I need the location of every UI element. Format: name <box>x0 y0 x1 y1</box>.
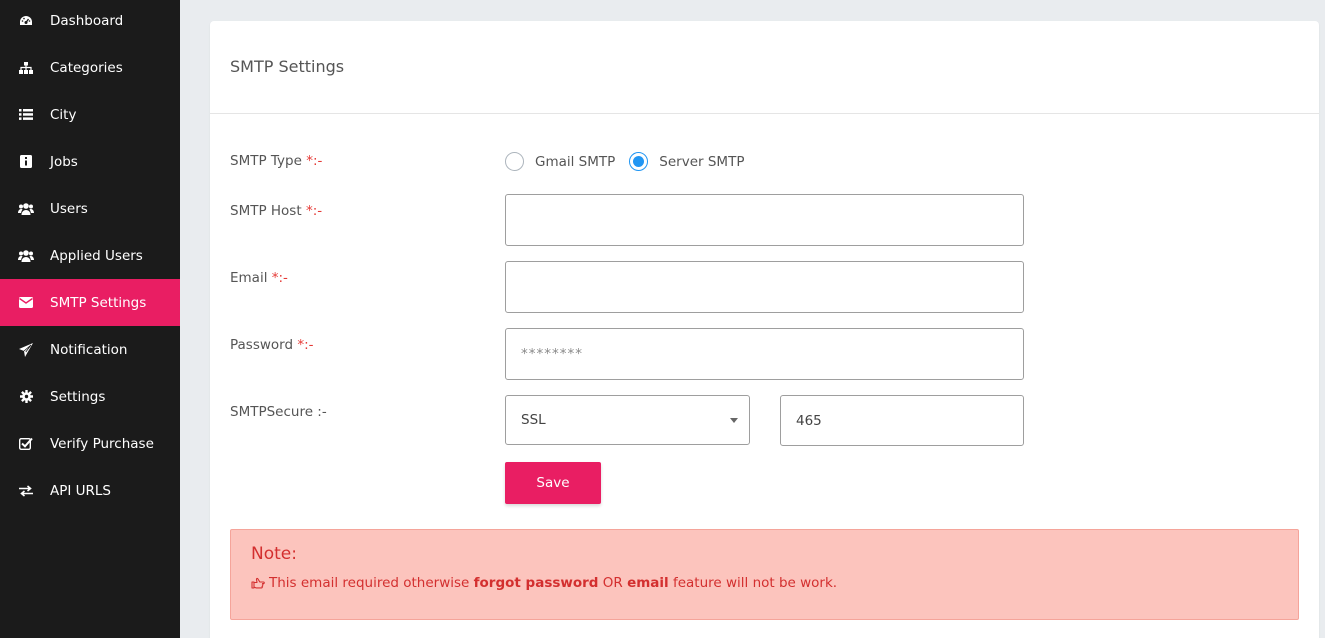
smtp-secure-label: SMTPSecure :- <box>230 404 327 420</box>
password-input[interactable] <box>505 328 1024 380</box>
smtp-port-input[interactable]: 465 <box>780 395 1024 446</box>
label-suffix: :- <box>304 337 314 353</box>
sidebar: Dashboard Categories City Jobs Users App… <box>0 0 180 638</box>
sidebar-item-label: Settings <box>50 388 106 405</box>
card-header: SMTP Settings <box>210 21 1319 114</box>
sidebar-item-label: Applied Users <box>50 247 143 264</box>
users-icon <box>18 248 34 264</box>
smtp-type-label-text: SMTP Type <box>230 153 307 169</box>
sidebar-item-smtp-settings[interactable]: SMTP Settings <box>0 279 180 326</box>
dashboard-icon <box>18 13 34 29</box>
smtp-host-label-text: SMTP Host <box>230 203 306 219</box>
sidebar-item-api-urls[interactable]: API URLS <box>0 467 180 514</box>
email-input[interactable] <box>505 261 1024 313</box>
page-title: SMTP Settings <box>230 57 345 76</box>
exchange-icon <box>18 483 34 499</box>
label-suffix: :- <box>278 270 288 286</box>
smtp-host-label: SMTP Host *:- <box>230 203 322 219</box>
note-text-3: feature will not be work. <box>668 575 838 591</box>
info-icon <box>18 154 34 170</box>
sidebar-item-settings[interactable]: Settings <box>0 373 180 420</box>
sidebar-item-jobs[interactable]: Jobs <box>0 138 180 185</box>
gmail-smtp-label[interactable]: Gmail SMTP <box>535 154 615 170</box>
note-text: This email required otherwise forgot pas… <box>251 575 1278 591</box>
gmail-smtp-radio[interactable] <box>505 152 524 171</box>
password-label: Password *:- <box>230 337 314 353</box>
label-suffix: :- <box>312 203 323 219</box>
sidebar-item-label: Dashboard <box>50 12 124 29</box>
smtp-secure-select[interactable]: SSL <box>505 395 750 445</box>
sidebar-item-label: Users <box>50 200 88 217</box>
label-suffix: :- <box>312 153 323 169</box>
smtp-port-value: 465 <box>796 412 822 429</box>
smtp-type-label: SMTP Type *:- <box>230 153 322 169</box>
password-label-text: Password <box>230 337 298 353</box>
note-alert: Note: This email required otherwise forg… <box>230 529 1299 620</box>
users-icon <box>18 201 34 217</box>
server-smtp-radio[interactable] <box>629 152 649 171</box>
sidebar-item-verify-purchase[interactable]: Verify Purchase <box>0 420 180 467</box>
required-mark: * <box>306 153 313 169</box>
sidebar-item-label: City <box>50 106 77 123</box>
sidebar-item-categories[interactable]: Categories <box>0 44 180 91</box>
check-square-icon <box>18 436 34 452</box>
note-text-1: This email required otherwise <box>269 575 474 591</box>
note-bold-forgot-password: forgot password <box>473 575 599 591</box>
paper-plane-icon <box>18 342 34 358</box>
sitemap-icon <box>18 60 34 76</box>
sidebar-item-label: Jobs <box>50 153 78 170</box>
required-mark: * <box>305 203 313 219</box>
email-label-text: Email <box>230 270 272 286</box>
required-mark: * <box>271 270 279 286</box>
sidebar-item-notification[interactable]: Notification <box>0 326 180 373</box>
gear-icon <box>18 389 34 405</box>
email-label: Email *:- <box>230 270 288 286</box>
sidebar-item-label: API URLS <box>50 482 112 499</box>
note-bold-email: email <box>627 575 669 591</box>
smtp-secure-selected-value: SSL <box>521 412 546 428</box>
note-title: Note: <box>251 544 297 564</box>
list-icon <box>18 107 34 123</box>
sidebar-item-label: SMTP Settings <box>50 294 147 311</box>
envelope-icon <box>18 295 34 311</box>
smtp-settings-card: SMTP Settings SMTP Type *:- Gmail SMTP S… <box>210 21 1319 638</box>
hand-pointer-icon <box>251 577 265 589</box>
smtp-type-radio-group: Gmail SMTP Server SMTP <box>505 152 758 171</box>
sidebar-item-city[interactable]: City <box>0 91 180 138</box>
note-text-2: OR <box>598 575 628 591</box>
server-smtp-label[interactable]: Server SMTP <box>659 154 744 170</box>
sidebar-item-users[interactable]: Users <box>0 185 180 232</box>
sidebar-item-label: Notification <box>50 341 128 358</box>
save-button[interactable]: Save <box>505 462 601 504</box>
smtp-host-input[interactable] <box>505 194 1024 246</box>
sidebar-item-label: Verify Purchase <box>50 435 154 452</box>
sidebar-nav: Dashboard Categories City Jobs Users App… <box>0 0 180 514</box>
sidebar-item-label: Categories <box>50 59 123 76</box>
chevron-down-icon <box>730 418 738 423</box>
sidebar-item-dashboard[interactable]: Dashboard <box>0 0 180 44</box>
sidebar-item-applied-users[interactable]: Applied Users <box>0 232 180 279</box>
